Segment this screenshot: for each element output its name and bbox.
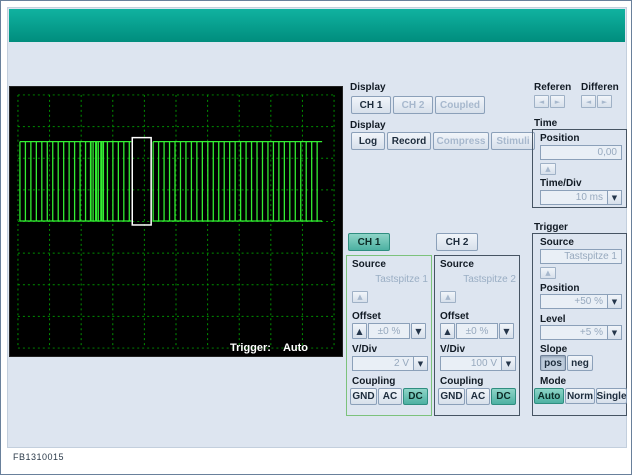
ch1-offset-label: Offset bbox=[352, 311, 381, 322]
time-position-up-button: ▲ bbox=[540, 163, 556, 175]
down-arrow-icon: ▼ bbox=[503, 327, 509, 336]
ch1-ac-button[interactable]: AC bbox=[378, 388, 402, 405]
trigger-position-label: Position bbox=[540, 283, 579, 294]
footer-code: FB1310015 bbox=[13, 452, 64, 462]
trigger-position-value[interactable]: +50 % bbox=[540, 294, 607, 309]
ch2-vdiv-value[interactable]: 100 V bbox=[440, 356, 501, 371]
title-bar bbox=[9, 9, 625, 42]
trigger-position-combo[interactable]: +50 % ▼ bbox=[540, 294, 622, 309]
right-arrow-icon: ► bbox=[602, 98, 607, 106]
ch2-offset-input[interactable]: ±0 % bbox=[456, 323, 498, 339]
left-arrow-icon: ◄ bbox=[586, 98, 591, 106]
display-ch2-button: CH 2 bbox=[393, 96, 433, 114]
time-group-label: Time bbox=[534, 118, 557, 129]
mode-single-button[interactable]: Single bbox=[596, 388, 627, 404]
differen-left-arrow-button: ◄ bbox=[581, 95, 596, 108]
referen-label: Referen bbox=[534, 82, 571, 93]
display-coupled-button: Coupled bbox=[435, 96, 485, 114]
trigger-level-combo[interactable]: +5 % ▼ bbox=[540, 325, 622, 340]
ch1-gnd-button[interactable]: GND bbox=[350, 388, 377, 405]
ch1-source-value: Tastspitze 1 bbox=[352, 273, 428, 286]
trigger-group-label: Trigger bbox=[534, 222, 568, 233]
ch2-source-label: Source bbox=[440, 259, 474, 270]
record-button[interactable]: Record bbox=[387, 132, 431, 150]
dropdown-arrow-icon[interactable]: ▼ bbox=[607, 325, 622, 340]
time-position-label: Position bbox=[540, 133, 579, 144]
trigger-source-up-button: ▲ bbox=[540, 267, 556, 279]
up-arrow-icon: ▲ bbox=[444, 327, 450, 336]
ch1-offset-up-button[interactable]: ▲ bbox=[352, 323, 367, 339]
log-button[interactable]: Log bbox=[351, 132, 385, 150]
differen-label: Differen bbox=[581, 82, 619, 93]
dropdown-arrow-icon[interactable]: ▼ bbox=[607, 294, 622, 309]
ch2-coupling-label: Coupling bbox=[440, 376, 483, 387]
ch1-vdiv-value[interactable]: 2 V bbox=[352, 356, 413, 371]
display-channels-label: Display bbox=[350, 82, 386, 93]
scope-svg bbox=[10, 87, 342, 356]
timediv-combo[interactable]: 10 ms ▼ bbox=[540, 190, 622, 205]
down-arrow-icon: ▼ bbox=[415, 327, 421, 336]
ch1-offset-input[interactable]: ±0 % bbox=[368, 323, 410, 339]
trigger-level-label: Level bbox=[540, 314, 566, 325]
slope-pos-button[interactable]: pos bbox=[540, 355, 566, 371]
scope-display: Trigger: Auto bbox=[9, 86, 343, 357]
left-arrow-icon: ◄ bbox=[539, 98, 544, 106]
timediv-label: Time/Div bbox=[540, 178, 582, 189]
display-modes-label: Display bbox=[350, 120, 386, 131]
referen-left-arrow-button: ◄ bbox=[534, 95, 549, 108]
ch2-dc-button[interactable]: DC bbox=[491, 388, 516, 405]
trigger-status: Trigger: Auto bbox=[230, 342, 308, 354]
ch1-vdiv-combo[interactable]: 2 V ▼ bbox=[352, 356, 428, 371]
stimuli-button: Stimuli bbox=[491, 132, 535, 150]
trigger-status-label: Trigger: bbox=[230, 342, 271, 354]
ch1-tab[interactable]: CH 1 bbox=[348, 233, 390, 251]
ch2-source-value: Tastspitze 2 bbox=[440, 273, 516, 286]
trigger-source-label: Source bbox=[540, 237, 574, 248]
mode-auto-button[interactable]: Auto bbox=[534, 388, 564, 404]
ch2-gnd-button[interactable]: GND bbox=[438, 388, 465, 405]
slope-neg-button[interactable]: neg bbox=[567, 355, 593, 371]
up-arrow-icon: ▲ bbox=[545, 269, 550, 277]
ch2-offset-down-button[interactable]: ▼ bbox=[499, 323, 514, 339]
ch2-offset-up-button[interactable]: ▲ bbox=[440, 323, 455, 339]
differen-right-arrow-button: ► bbox=[597, 95, 612, 108]
display-ch1-button[interactable]: CH 1 bbox=[351, 96, 391, 114]
ch2-source-up-button: ▲ bbox=[440, 291, 456, 303]
ch2-offset-label: Offset bbox=[440, 311, 469, 322]
ch1-source-up-button: ▲ bbox=[352, 291, 368, 303]
mode-norm-button[interactable]: Norm bbox=[565, 388, 595, 404]
trigger-source-input: Tastspitze 1 bbox=[540, 249, 622, 264]
up-arrow-icon: ▲ bbox=[356, 327, 362, 336]
dropdown-arrow-icon[interactable]: ▼ bbox=[607, 190, 622, 205]
up-arrow-icon: ▲ bbox=[445, 293, 450, 301]
ch1-source-label: Source bbox=[352, 259, 386, 270]
ch2-ac-button[interactable]: AC bbox=[466, 388, 490, 405]
ch1-dc-button[interactable]: DC bbox=[403, 388, 428, 405]
up-arrow-icon: ▲ bbox=[357, 293, 362, 301]
ch2-vdiv-combo[interactable]: 100 V ▼ bbox=[440, 356, 516, 371]
main-panel: Trigger: Auto Display CH 1 CH 2 Coupled … bbox=[7, 7, 627, 448]
ch2-vdiv-label: V/Div bbox=[440, 344, 465, 355]
dropdown-arrow-icon[interactable]: ▼ bbox=[501, 356, 516, 371]
ch2-tab[interactable]: CH 2 bbox=[436, 233, 478, 251]
app-window: Trigger: Auto Display CH 1 CH 2 Coupled … bbox=[0, 0, 632, 475]
ch1-offset-down-button[interactable]: ▼ bbox=[411, 323, 426, 339]
referen-right-arrow-button: ► bbox=[550, 95, 565, 108]
trigger-status-value: Auto bbox=[283, 342, 308, 354]
compress-button: Compress bbox=[433, 132, 489, 150]
trigger-mode-label: Mode bbox=[540, 376, 566, 387]
dropdown-arrow-icon[interactable]: ▼ bbox=[413, 356, 428, 371]
right-arrow-icon: ► bbox=[555, 98, 560, 106]
trigger-level-value[interactable]: +5 % bbox=[540, 325, 607, 340]
trigger-slope-label: Slope bbox=[540, 344, 567, 355]
ch1-vdiv-label: V/Div bbox=[352, 344, 377, 355]
time-position-input: 0,00 bbox=[540, 145, 622, 160]
timediv-value[interactable]: 10 ms bbox=[540, 190, 607, 205]
ch1-coupling-label: Coupling bbox=[352, 376, 395, 387]
up-arrow-icon: ▲ bbox=[545, 165, 550, 173]
